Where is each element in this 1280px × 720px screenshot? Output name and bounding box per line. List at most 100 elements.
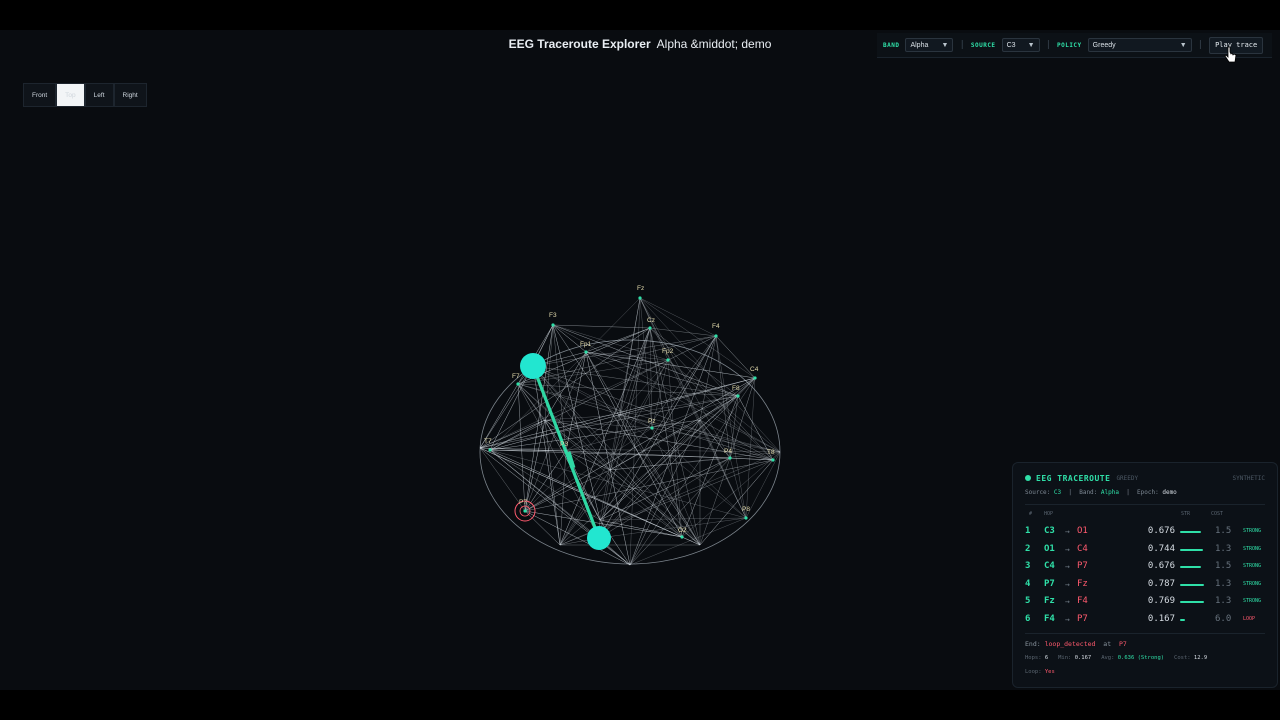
hop-strength: 0.744 [1147, 543, 1175, 554]
hop-status-badge: STRONG [1243, 528, 1262, 534]
connectivity-edge [639, 297, 747, 519]
hop-row[interactable]: 5 Fz → F4 0.769 1.3 STRONG [1025, 593, 1265, 611]
electrode-node [714, 334, 718, 338]
connectivity-edge [544, 419, 683, 538]
hop-row[interactable]: 6 F4 → P7 0.167 6.0 LOOP [1025, 611, 1265, 629]
electrode-node [564, 449, 568, 453]
connectivity-edge [585, 351, 739, 397]
epoch-meta-label: Epoch: [1137, 489, 1159, 496]
hop-strength: 0.769 [1147, 596, 1175, 607]
hop-row[interactable]: 2 O1 → C4 0.744 1.3 STRONG [1025, 541, 1265, 559]
electrode-label: F7 [512, 373, 520, 380]
hop-index: 4 [1025, 578, 1031, 589]
arrow-right-icon: → [1065, 562, 1070, 572]
end-summary: End: loop_detected at P7 [1025, 640, 1127, 648]
hop-to: P7 [1077, 613, 1088, 624]
hop-cost: 1.3 [1215, 596, 1232, 607]
hop-from: F4 [1044, 613, 1055, 624]
connectivity-edge [585, 351, 701, 546]
hop-to: C4 [1077, 543, 1088, 554]
trace-arrow [565, 451, 576, 469]
electrode-label: Fz [637, 285, 644, 292]
connectivity-edge [639, 297, 756, 379]
hop-status-badge: STRONG [1243, 563, 1262, 570]
electrode-node [650, 426, 654, 430]
connectivity-edge [524, 469, 611, 512]
epoch-meta-value: demo [1162, 489, 1177, 496]
panel-header: EEG TRACEROUTE GREEDY SYNTHETIC [1025, 472, 1265, 484]
hop-cost: 1.3 [1215, 578, 1232, 589]
col-index-header: # [1029, 511, 1033, 517]
min-label: Min: [1058, 655, 1072, 661]
avg-value: 0.636 (Strong) [1117, 655, 1165, 661]
strength-bar [1180, 566, 1201, 569]
arrow-right-icon: → [1065, 527, 1070, 536]
hop-cost: 1.5 [1215, 526, 1232, 536]
hop-row[interactable]: 4 P7 → Fz 0.787 1.3 STRONG [1025, 576, 1265, 594]
electrode-node [753, 376, 757, 380]
hop-index: 5 [1025, 596, 1031, 607]
hop-from: O1 [1044, 543, 1055, 554]
end-value: loop_detected [1044, 640, 1096, 648]
connectivity-edge [699, 377, 756, 421]
traceroute-panel: EEG TRACEROUTE GREEDY SYNTHETIC Source: … [1012, 462, 1278, 688]
hop-status-badge: STRONG [1243, 580, 1262, 587]
hops-value: 6 [1044, 655, 1049, 661]
electrode-label: Fp1 [580, 341, 592, 348]
hops-label: Hops: [1025, 655, 1042, 661]
status-dot-icon [1025, 475, 1031, 481]
hop-to: Fz [1077, 578, 1088, 589]
source-meta-label: Source: [1025, 489, 1051, 496]
panel-title: EEG TRACEROUTE [1036, 473, 1111, 483]
electrode-label: F3 [549, 312, 557, 319]
hop-strength: 0.167 [1147, 613, 1175, 624]
hop-index: 6 [1025, 613, 1031, 624]
hop-from: Fz [1044, 596, 1055, 607]
hop-index: 3 [1025, 561, 1031, 572]
cost-label: Cost: [1174, 655, 1191, 661]
electrode-node [638, 296, 642, 300]
electrode-node [680, 535, 684, 539]
connectivity-edge [649, 327, 653, 429]
hop-cost: 1.5 [1215, 561, 1232, 572]
hop-row[interactable]: 1 C3 → O1 0.676 1.5 STRONG [1025, 523, 1265, 541]
electrode-node [666, 358, 670, 362]
pointer-cursor-icon [1224, 46, 1237, 63]
electrode-labels: Fz F3 Cz F4 Fp1 Fp2 C4 F7 F8 T7 Pz P3 P4 T8 P7 P8 O2 [484, 285, 775, 534]
hop-row[interactable]: 3 C4 → P7 0.676 1.5 STRONG [1025, 558, 1265, 576]
hop-list: 1 C3 → O1 0.676 1.5 STRONG 2 O1 → C4 0.744 1.3 STRONG… [1025, 523, 1265, 629]
end-label: End: [1025, 640, 1041, 648]
hop-status-badge: STRONG [1243, 545, 1262, 552]
cost-value: 12.9 [1193, 655, 1208, 661]
loop-value: Yes [1044, 669, 1055, 675]
electrode-node [584, 350, 588, 354]
band-meta-value: Alpha [1100, 489, 1119, 496]
hop-strength: 0.676 [1147, 561, 1175, 572]
node-highlight-source [520, 353, 546, 379]
electrode-label: C4 [750, 366, 759, 373]
connectivity-edge [745, 377, 756, 519]
electrode-node [488, 448, 492, 452]
electrode-label: T7 [484, 438, 492, 445]
connectivity-edge [532, 365, 653, 429]
min-value: 0.167 [1074, 655, 1092, 661]
electrode-node [648, 326, 652, 330]
hop-status-badge: STRONG [1243, 598, 1262, 605]
divider [1025, 504, 1265, 505]
arrow-right-icon: → [1065, 597, 1070, 607]
col-str-header: STR [1181, 511, 1191, 517]
strength-bar [1180, 601, 1204, 604]
stats-summary: Hops: 6 Min: 0.167 Avg: 0.636 (Strong) C… [1025, 655, 1207, 661]
hop-cost: 1.3 [1215, 543, 1232, 554]
hop-index: 2 [1025, 543, 1031, 554]
synthetic-badge: SYNTHETIC [1232, 474, 1265, 482]
connectivity-edge [489, 419, 701, 451]
connectivity-edge [649, 327, 717, 337]
electrode-label: P3 [560, 441, 568, 448]
connectivity-edge [524, 450, 567, 512]
node-highlight-target [587, 526, 611, 550]
loop-label: Loop: [1025, 669, 1042, 675]
electrode-label: P7 [519, 499, 527, 506]
arrow-right-icon: → [1065, 579, 1070, 589]
electrode-label: P4 [724, 448, 732, 455]
